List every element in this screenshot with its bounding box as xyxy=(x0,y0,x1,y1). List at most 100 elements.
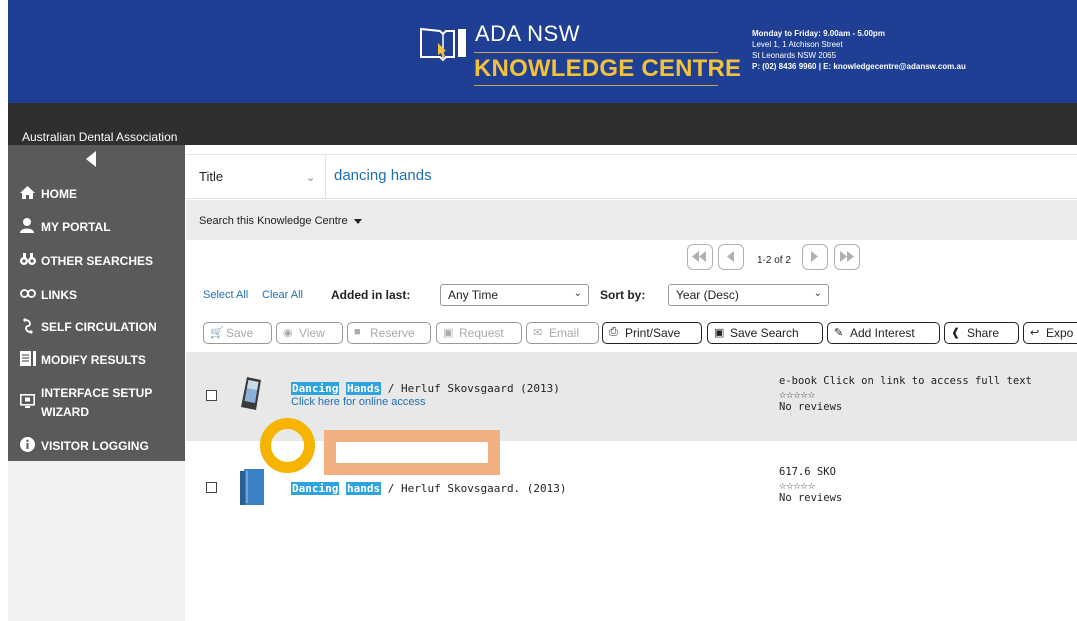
annotation-circle xyxy=(260,418,315,473)
result-title: Dancing hands / Herluf Skovsgaard. (2013… xyxy=(291,482,567,495)
save-search-label: Save Search xyxy=(730,326,799,340)
add-interest-button[interactable]: ✎ Add Interest xyxy=(827,322,940,344)
pager-count: 1-2 of 2 xyxy=(757,255,791,266)
star-rating[interactable]: ☆☆☆☆☆ xyxy=(779,388,1032,401)
view-button[interactable]: ◉ View xyxy=(276,322,343,344)
view-label: View xyxy=(299,326,325,340)
logo-rule-bottom xyxy=(474,85,718,86)
sidebar-item-interface-setup-wizard[interactable]: INTERFACE SETUP WIZARD xyxy=(8,384,185,420)
circulation-icon xyxy=(23,318,33,334)
reserve-label: Reserve xyxy=(370,326,415,340)
online-access-link[interactable]: Click here for online access xyxy=(291,396,426,408)
sidebar-item-label: VISITOR LOGGING xyxy=(41,439,149,453)
sidebar-item-modify-results[interactable]: MODIFY RESULTS xyxy=(8,351,185,371)
page: ADA NSW KNOWLEDGE CENTRE Monday to Frida… xyxy=(0,0,1077,621)
previous-page-icon xyxy=(727,251,734,262)
sidebar-item-visitor-logging[interactable]: VISITOR LOGGING xyxy=(8,437,185,457)
search-input[interactable]: dancing hands xyxy=(334,167,432,184)
next-page-button[interactable] xyxy=(802,244,828,270)
envelope-icon: ✉ xyxy=(533,327,543,339)
star-rating[interactable]: ☆☆☆☆☆ xyxy=(779,479,842,492)
request-icon: ▣ xyxy=(443,327,454,339)
highlight-word: hands xyxy=(345,482,382,495)
info-icon xyxy=(20,437,35,452)
save-label: Save xyxy=(226,326,254,340)
printer-icon: ⎙ xyxy=(609,326,618,338)
first-page-icon xyxy=(692,251,706,262)
cart-icon: 🛒 xyxy=(210,327,224,339)
sidebar-item-label: LINKS xyxy=(41,288,77,302)
org-name: Australian Dental Association xyxy=(22,130,178,144)
floppy-disk-icon: ▣ xyxy=(714,327,725,339)
result-author-year: / Herluf Skovsgaard (2013) xyxy=(381,382,560,395)
clear-all-link[interactable]: Clear All xyxy=(262,289,303,301)
share-button[interactable]: ❰ Share xyxy=(944,322,1019,344)
request-button[interactable]: ▣ Request xyxy=(436,322,522,344)
sidebar-item-self-circulation[interactable]: SELF CIRCULATION xyxy=(8,318,185,338)
search-field-select[interactable]: Title xyxy=(199,169,223,184)
save-search-button[interactable]: ▣ Save Search xyxy=(707,322,823,344)
sidebar-item-home[interactable]: HOME xyxy=(8,185,185,205)
result-title-link[interactable]: Dancing hands xyxy=(291,482,382,495)
redaction-box xyxy=(324,430,500,475)
review-count: No reviews xyxy=(779,401,843,413)
book-logo-icon xyxy=(420,27,466,62)
sidebar-collapse-arrow-icon[interactable] xyxy=(86,151,96,167)
result-title: Dancing Hands / Herluf Skovsgaard (2013) xyxy=(291,382,560,395)
result-checkbox[interactable] xyxy=(206,482,217,493)
sidebar-item-label: HOME xyxy=(41,187,77,201)
export-label: Expo xyxy=(1046,326,1074,340)
result-format: e-book Click on link to access full text xyxy=(779,375,1032,387)
previous-page-button[interactable] xyxy=(718,244,744,270)
contact-info: Monday to Friday: 9.00am - 5.00pm Level … xyxy=(752,28,966,72)
link-icon xyxy=(20,289,36,298)
user-icon xyxy=(20,218,34,233)
sort-by-label: Sort by: xyxy=(600,288,646,302)
result-meta: e-book Click on link to access full text… xyxy=(779,375,1032,414)
highlight-word: Hands xyxy=(345,382,382,395)
email-button[interactable]: ✉ Email xyxy=(526,322,599,344)
sidebar-item-label: SELF CIRCULATION xyxy=(41,320,157,334)
sort-by-value: Year (Desc) xyxy=(676,288,739,302)
address-line-1: Level 1, 1 Atchison Street xyxy=(752,40,843,49)
last-page-icon xyxy=(840,251,854,262)
opening-hours: Monday to Friday: 9.00am - 5.00pm xyxy=(752,29,885,38)
next-page-icon xyxy=(811,251,818,262)
monitor-icon xyxy=(20,394,35,408)
sort-by-select[interactable]: Year (Desc) ⌄ xyxy=(668,284,829,306)
added-in-last-label: Added in last: xyxy=(331,288,411,302)
highlight-word: Dancing xyxy=(291,382,340,395)
chevron-down-icon[interactable]: ⌄ xyxy=(306,171,315,184)
result-meta: 617.6 SKO ☆☆☆☆☆ No reviews xyxy=(779,466,842,505)
print-save-button[interactable]: ⎙ Print/Save xyxy=(602,322,702,344)
first-page-button[interactable] xyxy=(687,244,713,270)
search-divider xyxy=(325,154,326,199)
phone-email: P: (02) 8436 9960 | E: knowledgecentre@a… xyxy=(752,62,966,71)
sidebar-item-label-line2: WIZARD xyxy=(41,405,89,419)
print-save-label: Print/Save xyxy=(625,326,681,340)
sidebar-item-my-portal[interactable]: MY PORTAL xyxy=(8,218,185,238)
search-scope-label: Search this Knowledge Centre xyxy=(199,215,348,227)
export-icon: ↩ xyxy=(1030,327,1040,339)
eye-icon: ◉ xyxy=(283,327,293,339)
sidebar-item-links[interactable]: LINKS xyxy=(8,286,185,306)
pencil-icon: ✎ xyxy=(834,327,844,339)
search-scope-dropdown[interactable]: Search this Knowledge Centre xyxy=(199,215,362,227)
export-button[interactable]: ↩ Expo xyxy=(1023,322,1077,344)
sidebar-item-label: MODIFY RESULTS xyxy=(41,353,146,367)
request-label: Request xyxy=(459,326,504,340)
reserve-button[interactable]: ■ Reserve xyxy=(347,322,431,344)
home-icon xyxy=(20,186,35,199)
added-in-last-select[interactable]: Any Time ⌄ xyxy=(440,284,589,306)
result-title-link[interactable]: Dancing Hands xyxy=(291,382,382,395)
add-interest-label: Add Interest xyxy=(850,326,915,340)
binoculars-icon xyxy=(20,253,36,265)
result-checkbox[interactable] xyxy=(206,390,217,401)
select-all-link[interactable]: Select All xyxy=(203,289,248,301)
sidebar-item-other-searches[interactable]: OTHER SEARCHES xyxy=(8,252,185,272)
save-button[interactable]: 🛒 Save xyxy=(203,322,272,344)
logo-ada-nsw: ADA NSW xyxy=(475,21,580,46)
last-page-button[interactable] xyxy=(834,244,860,270)
result-author-year: / Herluf Skovsgaard. (2013) xyxy=(381,482,567,495)
share-icon: ❰ xyxy=(951,327,961,339)
